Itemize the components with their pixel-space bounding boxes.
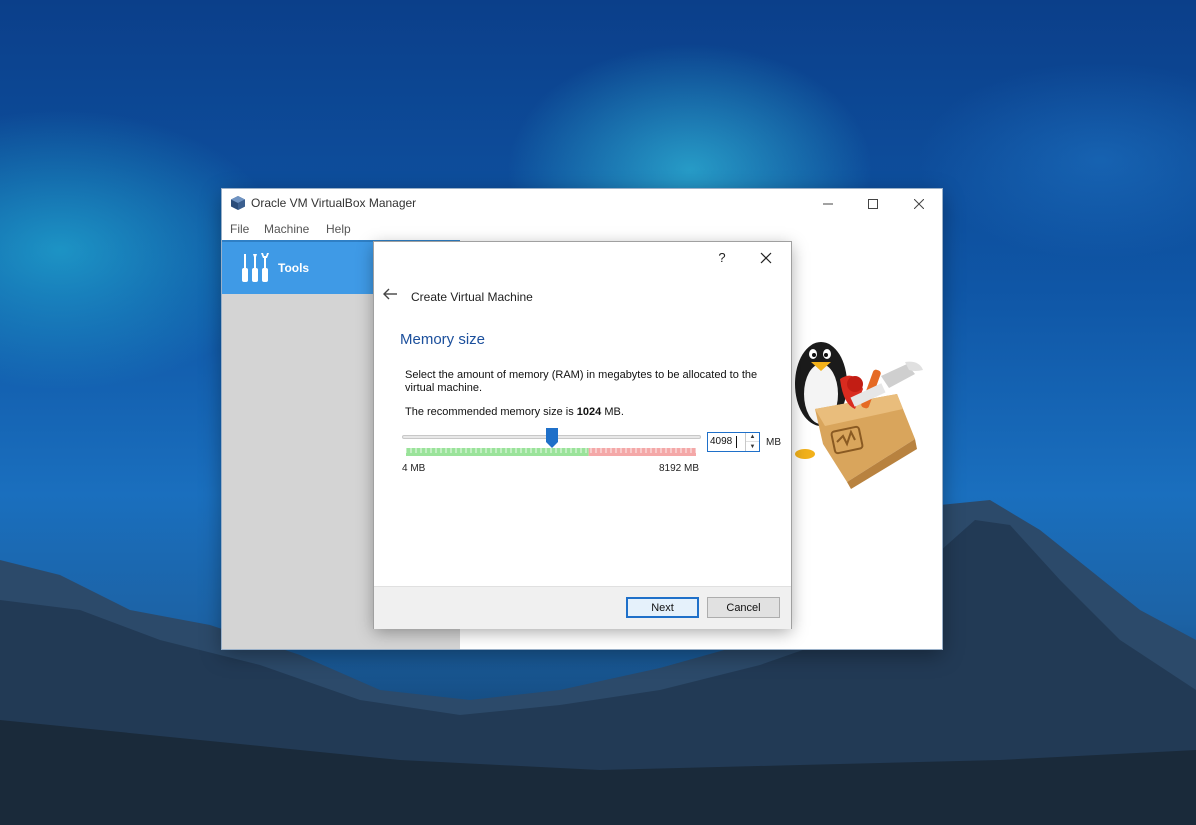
penguin-toolbox-illustration (795, 342, 923, 489)
cancel-button[interactable]: Cancel (707, 597, 780, 618)
window-title: Oracle VM VirtualBox Manager (251, 196, 417, 210)
help-button[interactable]: ? (714, 250, 730, 268)
menu-machine[interactable]: Machine (264, 222, 309, 236)
close-icon (760, 252, 772, 264)
menu-file[interactable]: File (230, 222, 249, 236)
create-vm-dialog: ? Create Virtual Machine Memory size Sel… (374, 242, 791, 629)
close-button[interactable] (896, 189, 942, 218)
virtualbox-app-icon (231, 196, 245, 210)
back-arrow-icon[interactable] (382, 288, 398, 300)
text-caret (736, 436, 737, 448)
maximize-icon (868, 198, 878, 209)
tools-icon (242, 253, 269, 282)
slider-min-label: 4 MB (402, 463, 426, 474)
spin-up-button[interactable]: ▲ (746, 433, 759, 442)
slider-max-label: 8192 MB (659, 463, 700, 474)
recommend-value: 1024 (576, 406, 602, 418)
dialog-close-button[interactable] (756, 248, 776, 268)
memory-spinbox[interactable]: 4098 ▲ ▼ (707, 432, 760, 452)
maximize-button[interactable] (850, 189, 896, 218)
section-title: Memory size (400, 331, 486, 348)
spinbox-buttons: ▲ ▼ (745, 433, 759, 451)
menu-help[interactable]: Help (326, 222, 351, 236)
arrow-down-icon: ▼ (749, 443, 756, 450)
window-titlebar: Oracle VM VirtualBox Manager (222, 189, 942, 218)
memory-scale (406, 448, 696, 456)
next-button[interactable]: Next (626, 597, 699, 618)
scale-red-region (588, 448, 696, 456)
recommend-prefix: The recommended memory size is (405, 406, 577, 418)
recommend-suffix: MB. (601, 406, 624, 418)
memory-description: Select the amount of memory (RAM) in meg… (405, 369, 758, 394)
memory-spinbox-value[interactable]: 4098 (710, 436, 732, 447)
arrow-up-icon: ▲ (749, 434, 756, 440)
sidebar-item-label: Tools (278, 261, 310, 275)
minimize-icon (823, 203, 833, 204)
memory-unit-label: MB (766, 437, 781, 448)
recommended-memory-text: The recommended memory size is 1024 MB. (405, 406, 624, 418)
dialog-footer: Next Cancel (374, 586, 791, 629)
memory-slider-thumb[interactable] (545, 428, 558, 448)
menubar: File Machine Help (222, 218, 942, 240)
minimize-button[interactable] (805, 189, 851, 218)
close-icon (914, 198, 924, 209)
dialog-title: Create Virtual Machine (411, 290, 533, 304)
spin-down-button[interactable]: ▼ (746, 442, 759, 451)
